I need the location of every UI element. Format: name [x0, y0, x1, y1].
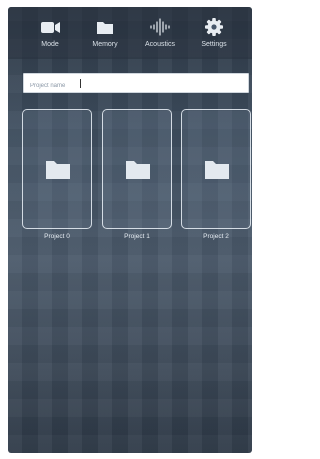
nav-item-label: Mode: [41, 41, 59, 48]
nav-item-label: Memory: [92, 41, 118, 48]
nav-item-acoustics[interactable]: Acoustics: [130, 17, 190, 55]
waveform-icon: [150, 18, 170, 36]
nav-item-memory[interactable]: Memory: [75, 17, 135, 55]
project-label-1: Project 1: [124, 233, 150, 240]
project-card-2[interactable]: [181, 109, 251, 229]
project-name-field[interactable]: [23, 73, 249, 95]
folder-icon: [97, 22, 113, 34]
top-navigation-bar: Mode Memory Acoustics Settings: [8, 7, 252, 59]
nav-item-settings[interactable]: Settings: [184, 17, 244, 55]
gear-icon: [205, 18, 223, 36]
project-name-input[interactable]: [24, 77, 248, 95]
video-camera-icon: [41, 22, 60, 33]
nav-item-label: Acoustics: [145, 41, 175, 48]
project-card-1[interactable]: [102, 109, 172, 229]
project-card-0[interactable]: [22, 109, 92, 229]
project-label-0: Project 0: [44, 233, 70, 240]
app-screen: Mode Memory Acoustics Settings Project n…: [8, 7, 252, 453]
folder-icon: [46, 161, 70, 179]
project-label-2: Project 2: [203, 233, 229, 240]
folder-icon: [126, 161, 150, 179]
nav-item-label: Settings: [201, 41, 227, 48]
folder-icon: [205, 161, 229, 179]
nav-item-mode[interactable]: Mode: [20, 17, 80, 55]
text-cursor: [80, 79, 81, 88]
